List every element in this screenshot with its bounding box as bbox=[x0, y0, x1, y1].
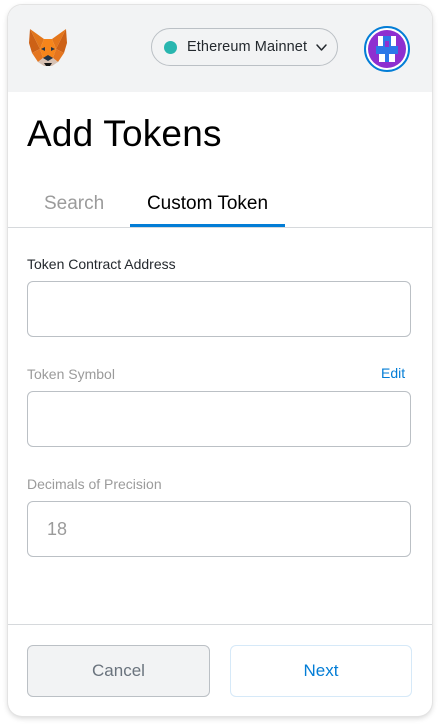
tab-bar: Search Custom Token bbox=[8, 185, 432, 228]
contract-address-label: Token Contract Address bbox=[27, 256, 176, 272]
decimals-input[interactable] bbox=[27, 501, 411, 557]
contract-address-input[interactable] bbox=[27, 281, 411, 337]
next-button[interactable]: Next bbox=[230, 645, 412, 697]
footer-divider bbox=[8, 624, 432, 625]
tab-custom-token[interactable]: Custom Token bbox=[130, 193, 285, 227]
network-status-dot bbox=[164, 40, 177, 54]
network-label: Ethereum Mainnet bbox=[187, 39, 308, 55]
popup-window: Ethereum Mainnet Add Tokens Search Custo… bbox=[8, 5, 432, 716]
app-header: Ethereum Mainnet bbox=[8, 5, 432, 92]
tab-search[interactable]: Search bbox=[44, 193, 104, 227]
metamask-fox-icon[interactable] bbox=[26, 25, 70, 69]
account-identicon bbox=[368, 30, 406, 68]
cancel-button[interactable]: Cancel bbox=[27, 645, 210, 697]
account-menu-button[interactable] bbox=[364, 26, 410, 72]
page-title: Add Tokens bbox=[27, 113, 222, 154]
token-symbol-input[interactable] bbox=[27, 391, 411, 447]
token-symbol-label: Token Symbol bbox=[27, 366, 115, 382]
chevron-down-icon bbox=[316, 43, 327, 51]
edit-symbol-link[interactable]: Edit bbox=[381, 365, 405, 381]
decimals-label: Decimals of Precision bbox=[27, 476, 162, 492]
network-selector[interactable]: Ethereum Mainnet bbox=[151, 28, 338, 66]
